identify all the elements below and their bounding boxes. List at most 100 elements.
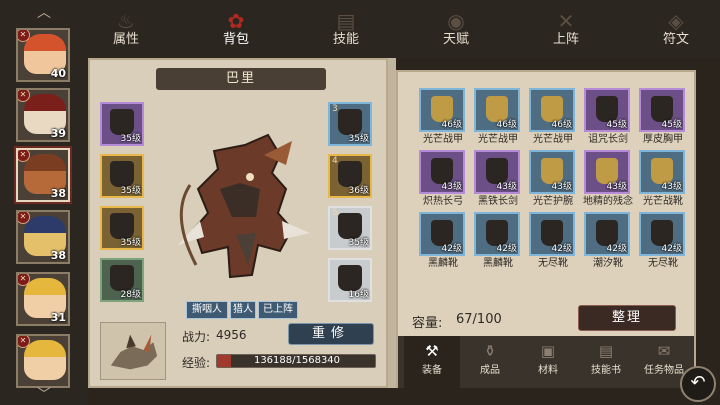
hero-class-badge-icon: ✕ bbox=[18, 212, 30, 224]
inventory-item-frame: 42级 bbox=[419, 212, 465, 256]
inventory-item-level: 43级 bbox=[606, 182, 627, 192]
tab-1[interactable]: ♨ 属性 bbox=[88, 10, 164, 54]
inventory-item-frame: 42级 bbox=[529, 212, 575, 256]
inventory-item[interactable]: 45级 厚皮胸甲 bbox=[636, 88, 686, 146]
hero-illustration bbox=[178, 133, 310, 279]
equipment-level: 35级 bbox=[348, 134, 369, 144]
roster-hero-card[interactable]: ✕ 40 bbox=[16, 28, 70, 82]
tab-label: 符文 bbox=[662, 32, 689, 47]
hero-tag: 撕咽人 bbox=[186, 301, 228, 319]
equipment-slot[interactable]: 28级 bbox=[100, 258, 144, 302]
inventory-tab[interactable]: ▣ 材料 bbox=[520, 336, 576, 388]
inventory-item[interactable]: 45级 诅咒长剑 bbox=[581, 88, 635, 146]
equipment-slot[interactable]: 35级 bbox=[100, 102, 144, 146]
inventory-item-level: 46级 bbox=[441, 120, 462, 130]
roster-hero-card[interactable]: ✕ 38 bbox=[16, 148, 70, 202]
inventory-item[interactable]: 42级 黑麟靴 bbox=[416, 212, 470, 270]
roster-up-arrow-icon[interactable]: ︿ bbox=[30, 6, 58, 20]
panel-divider bbox=[388, 58, 396, 388]
return-icon[interactable]: ↶ bbox=[680, 366, 716, 402]
inventory-item-level: 46级 bbox=[551, 120, 572, 130]
slot-number: 3 bbox=[332, 104, 338, 114]
equipment-level: 28级 bbox=[120, 290, 141, 300]
tab-label: 天赋 bbox=[442, 32, 469, 47]
equipment-slot[interactable]: 4 36级 bbox=[328, 154, 372, 198]
inventory-item-frame: 43级 bbox=[639, 150, 685, 194]
tab-label: 上阵 bbox=[552, 32, 579, 47]
inventory-item-level: 45级 bbox=[661, 120, 682, 130]
inventory-item-name: 潮汐靴 bbox=[593, 258, 623, 269]
equipment-slot[interactable]: 16级 bbox=[328, 258, 372, 302]
inventory-tab-label: 技能书 bbox=[591, 365, 621, 376]
hero-portrait-thumbnail[interactable] bbox=[100, 322, 166, 380]
tab-6[interactable]: ◈ 符文 bbox=[638, 10, 714, 54]
inventory-item[interactable]: 46级 光芒战甲 bbox=[416, 88, 470, 146]
inventory-tab[interactable]: ▤ 技能书 bbox=[578, 336, 634, 388]
inventory-item-frame: 43级 bbox=[584, 150, 630, 194]
equipment-slot[interactable]: 35级 bbox=[100, 154, 144, 198]
equipment-level: 35级 bbox=[120, 238, 141, 248]
inventory-item-name: 黑麟靴 bbox=[483, 258, 513, 269]
inventory-item[interactable]: 46级 光芒战甲 bbox=[471, 88, 525, 146]
inventory-item[interactable]: 42级 无尽靴 bbox=[636, 212, 686, 270]
sort-button[interactable]: 整理 bbox=[578, 305, 676, 331]
inventory-tab[interactable]: ⚱ 成品 bbox=[462, 336, 518, 388]
inventory-item-level: 43级 bbox=[441, 182, 462, 192]
inventory-item[interactable]: 42级 无尽靴 bbox=[526, 212, 580, 270]
inventory-item[interactable]: 42级 黑麟靴 bbox=[471, 212, 525, 270]
tab-label: 属性 bbox=[112, 32, 139, 47]
eye-icon: ◉ bbox=[447, 9, 465, 33]
roster-down-arrow-icon[interactable]: ﹀ bbox=[30, 388, 58, 402]
inventory-item-frame: 43级 bbox=[529, 150, 575, 194]
inventory-item[interactable]: 46级 光芒战甲 bbox=[526, 88, 580, 146]
inventory-item[interactable]: 43级光芒护腕 bbox=[526, 150, 580, 208]
equipment-level: 35级 bbox=[120, 134, 141, 144]
inventory-item[interactable]: 43级 黑铁长剑 bbox=[471, 150, 525, 208]
hero-tag: 猎人 bbox=[230, 301, 256, 319]
rebuild-button[interactable]: 重修 bbox=[288, 323, 374, 345]
inventory-item-level: 43级 bbox=[661, 182, 682, 192]
hero-level: 38 bbox=[50, 187, 66, 200]
inventory-item[interactable]: 42级潮汐靴 bbox=[581, 212, 635, 270]
equipment-slot[interactable]: 5 35级 bbox=[328, 206, 372, 250]
book-icon: ▤ bbox=[336, 9, 356, 33]
capacity-label: 容量: bbox=[412, 316, 443, 331]
equipment-level: 16级 bbox=[348, 290, 369, 300]
exp-label: 经验: bbox=[182, 356, 211, 370]
inventory-item[interactable]: 43级 光芒战靴 bbox=[636, 150, 686, 208]
crossed-swords-icon: ✕ bbox=[557, 9, 575, 33]
roster-hero-card[interactable]: ✕ 38 bbox=[16, 210, 70, 264]
roster-hero-card[interactable]: ✕ bbox=[16, 334, 70, 388]
inventory-item-frame: 46级 bbox=[474, 88, 520, 132]
inventory-item-name: 光芒护腕 bbox=[533, 196, 573, 207]
tab-4[interactable]: ◉ 天赋 bbox=[418, 10, 494, 54]
equipment-slot[interactable]: 3 35级 bbox=[328, 102, 372, 146]
roster-hero-card[interactable]: ✕ 39 bbox=[16, 88, 70, 142]
inventory-item-name: 无尽靴 bbox=[648, 258, 678, 269]
roster-hero-card[interactable]: ✕ 31 bbox=[16, 272, 70, 326]
tab-5[interactable]: ✕ 上阵 bbox=[528, 10, 604, 54]
inventory-item-name: 地精的残念 bbox=[583, 196, 633, 207]
inventory-item[interactable]: 43级地精的残念 bbox=[581, 150, 635, 208]
inventory-tab[interactable]: ⚒ 装备 bbox=[404, 336, 460, 388]
inventory-grid: 46级 光芒战甲 46级 光芒战甲 46级 光芒战甲 45级 诅咒长剑 45级 厚皮胸甲 43级 炽热… bbox=[416, 88, 686, 294]
tab-2[interactable]: ✿ 背包 bbox=[198, 10, 274, 54]
hero-class-badge-icon: ✕ bbox=[18, 274, 30, 286]
power-label: 战力: bbox=[182, 330, 211, 344]
equipment-level: 35级 bbox=[120, 186, 141, 196]
hero-roster: ︿ ✕ 40 ✕ 39 ✕ 38 ✕ 38 ✕ 31 ✕ ﹀ bbox=[0, 0, 88, 405]
equipment-slot[interactable]: 35级 bbox=[100, 206, 144, 250]
inventory-item-level: 42级 bbox=[441, 244, 462, 254]
slot-number: 4 bbox=[332, 156, 338, 166]
slot-number: 5 bbox=[332, 208, 338, 218]
inventory-item-frame: 42级 bbox=[584, 212, 630, 256]
game-screen: { "tabs": [ {"label": "属性", "icon": "fla… bbox=[0, 0, 720, 405]
inventory-tab-label: 装备 bbox=[422, 365, 442, 376]
inventory-item[interactable]: 43级 炽热长弓 bbox=[416, 150, 470, 208]
skillbook-icon: ▤ bbox=[598, 342, 614, 360]
capacity-value: 67/100 bbox=[456, 312, 502, 327]
inventory-category-tabs: ⚒ 装备 ⚱ 成品 ▣ 材料 ▤ 技能书 ✉ 任务物品 bbox=[398, 336, 694, 388]
tab-3[interactable]: ▤ 技能 bbox=[308, 10, 384, 54]
inventory-tab-label: 材料 bbox=[538, 365, 558, 376]
flame-icon: ♨ bbox=[117, 9, 135, 33]
